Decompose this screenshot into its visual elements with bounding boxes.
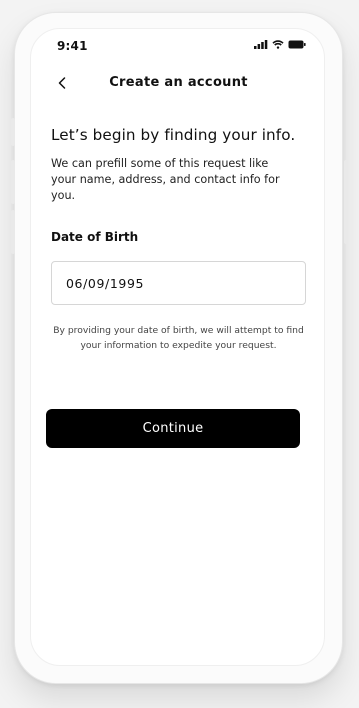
mute-switch — [11, 118, 15, 146]
page-title: Create an account — [109, 75, 248, 90]
volume-up-button — [11, 160, 15, 204]
intro-text: We can prefill some of this request like… — [51, 157, 280, 202]
status-time: 9:41 — [57, 39, 88, 53]
status-icons — [254, 40, 306, 49]
battery-icon — [288, 40, 306, 49]
phone-mockup: 9:41 Create an account Let’s begin by fi… — [0, 0, 359, 708]
dob-label: Date of Birth — [51, 230, 139, 244]
power-button — [344, 160, 348, 244]
continue-button[interactable]: Continue — [46, 409, 300, 448]
dob-input[interactable] — [51, 261, 306, 305]
dob-disclaimer: By providing your date of birth, we will… — [53, 325, 304, 351]
volume-down-button — [11, 210, 15, 254]
wifi-icon — [272, 40, 284, 49]
signal-icon — [254, 40, 268, 49]
section-heading: Let’s begin by finding your info. — [51, 126, 296, 144]
app-screen: 9:41 Create an account Let’s begin by fi… — [30, 28, 325, 666]
